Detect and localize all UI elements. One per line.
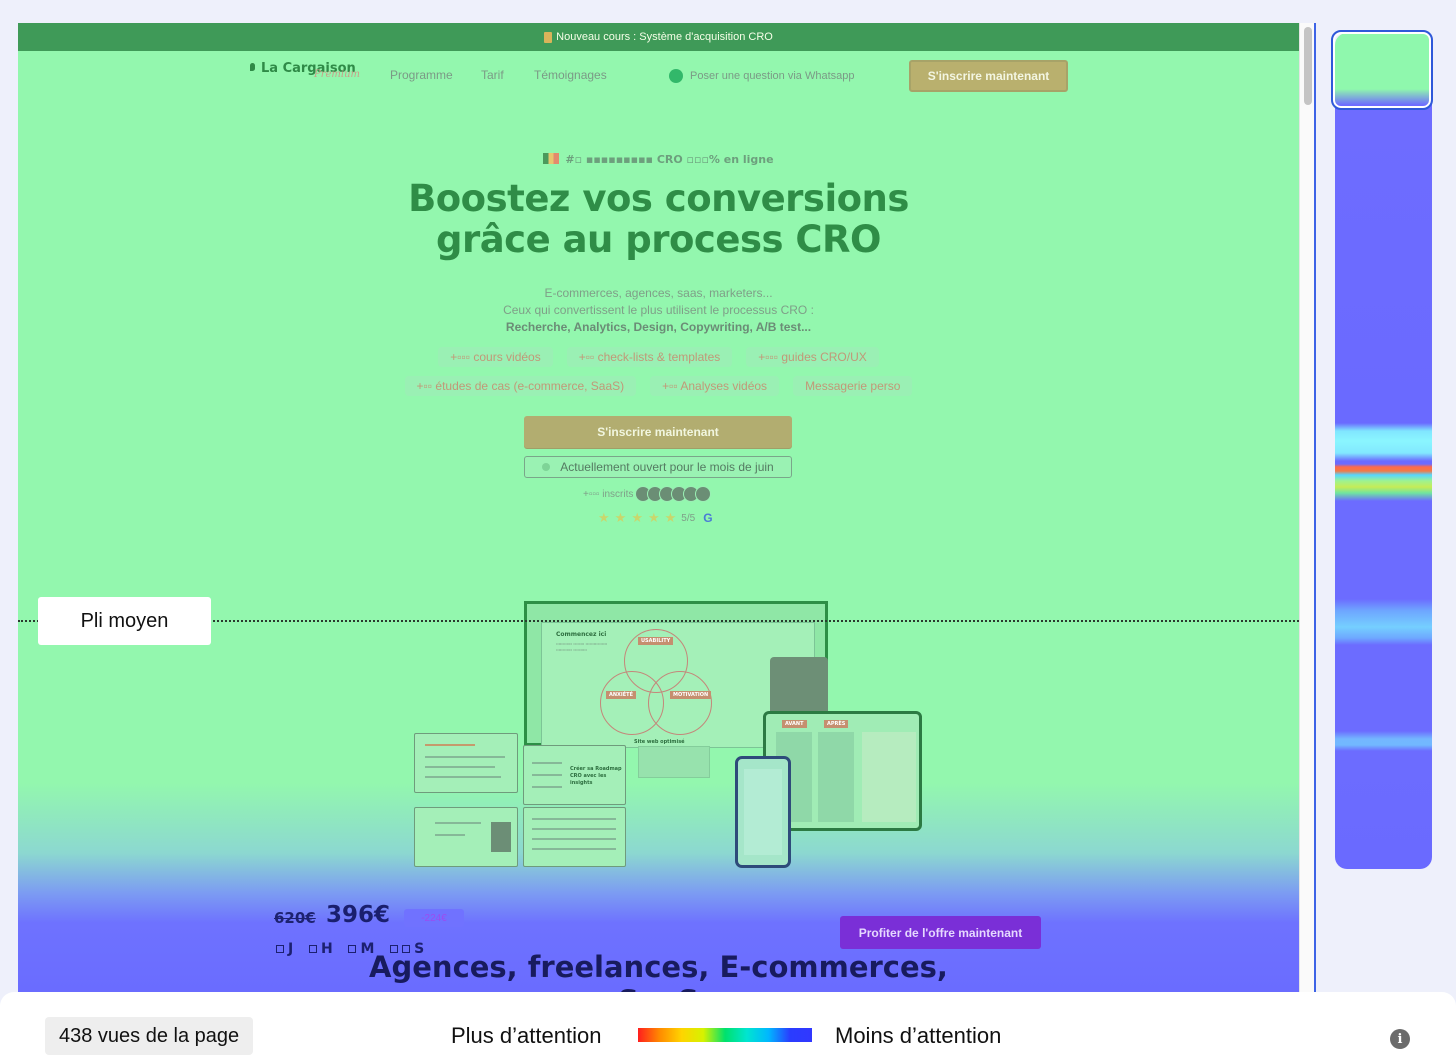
attention-gradient-legend (638, 1028, 812, 1042)
feature-chip: Messagerie perso (793, 376, 913, 396)
hero-title: Boostez vos conversions grâce au process… (18, 178, 1299, 260)
hero-signup-button[interactable]: S'inscrire maintenant (524, 416, 792, 448)
nav-link-temoignages[interactable]: Témoignages (534, 68, 607, 82)
feature-chip: +▫▫▫ guides CRO/UX (746, 347, 879, 367)
star-icon: ★ (614, 510, 627, 525)
discount-badge: -224€ (404, 909, 464, 927)
portrait-image (491, 822, 511, 852)
scrollbar-thumb[interactable] (1304, 27, 1312, 105)
banner-text: Nouveau cours : Système d'acquisition CR… (556, 31, 773, 43)
heatmap-viewport[interactable]: Nouveau cours : Système d'acquisition CR… (18, 23, 1299, 992)
feature-chip: +▫▫ études de cas (e-commerce, SaaS) (404, 376, 637, 396)
top-banner[interactable]: Nouveau cours : Système d'acquisition CR… (18, 23, 1299, 51)
hero-tag-text: #▫ ▪▪▪▪▪▪▪▪▪ CRO ▫▫▫% en ligne (565, 153, 774, 166)
hero-title-line-2: grâce au process CRO (435, 218, 882, 261)
nav-link-programme[interactable]: Programme (390, 68, 453, 82)
feature-chip: +▫▫ Analyses vidéos (650, 376, 780, 396)
offer-button[interactable]: Profiter de l'offre maintenant (840, 916, 1041, 949)
whatsapp-label: Poser une question via Whatsapp (690, 70, 855, 82)
page-views-badge: 438 vues de la page (45, 1017, 254, 1055)
mockup-card (414, 807, 518, 867)
hero-description: E-commerces, agences, saas, marketers...… (18, 285, 1299, 336)
heatmap-overlay (18, 23, 1299, 992)
venn-circle (648, 671, 712, 735)
heatmap-minimap[interactable] (1335, 33, 1432, 869)
hero-title-line-1: Boostez vos conversions (408, 177, 909, 220)
tablet-tab-after: APRÈS (824, 720, 849, 728)
book-icon (544, 31, 553, 43)
feature-chips-row-1: +▫▫▫ cours vidéos +▫▫ check-lists & temp… (18, 347, 1299, 367)
enrollment-status: Actuellement ouvert pour le mois de juin (524, 456, 792, 478)
rating-text: 5/5 (681, 512, 696, 524)
new-price: 396€ (326, 902, 391, 928)
heatmap-footer: 438 vues de la page Plus d’attention Moi… (0, 992, 1456, 1058)
venn-label: USABILITY (638, 637, 674, 645)
info-icon[interactable]: i (1390, 1029, 1410, 1049)
section-title-line-1: Agences, freelances, E-commerces, (369, 950, 948, 984)
mockup-text: ▫▫▫▫▫▫ ▫▫▫▫ ▫▫▫▫▫▫▫▫ ▫▫▫▫▫▫ ▫▫▫▫▫ (556, 641, 608, 652)
logo-subtitle: Premium (314, 69, 361, 80)
hero-desc-line-2: Ceux qui convertissent le plus utilisent… (503, 303, 814, 317)
enrollment-status-text: Actuellement ouvert pour le mois de juin (560, 460, 774, 474)
rating: ★ ★ ★ ★ ★ 5/5 G (598, 510, 713, 526)
feature-chip: +▫▫▫ cours vidéos (438, 347, 553, 367)
star-icon: ★ (647, 510, 660, 525)
venn-caption: Site web optimisé (634, 739, 685, 745)
hero-tag: #▫ ▪▪▪▪▪▪▪▪▪ CRO ▫▫▫% en ligne (18, 153, 1299, 166)
google-icon: G (703, 511, 713, 525)
section-title: Agences, freelances, E-commerces, SaaS (18, 950, 1299, 992)
navbar: La Cargaison Programme Tarif Témoignages… (18, 51, 1299, 99)
minimap-viewport-window[interactable] (1331, 30, 1433, 110)
flag-icon (543, 153, 560, 164)
legend-more-attention: Plus d’attention (451, 1023, 602, 1048)
signup-count: +▫▫▫ inscrits (583, 486, 712, 502)
roadmap-card-title: Créer sa Roadmap CRO avec les insights (570, 766, 622, 786)
mockup-heading: Commencez ici (556, 631, 607, 638)
hero-desc-line-3: Recherche, Analytics, Design, Copywritin… (505, 320, 812, 334)
status-dot-icon (542, 463, 551, 471)
fold-label: Pli moyen (38, 597, 211, 645)
signup-count-text: +▫▫▫ inscrits (583, 488, 634, 500)
phone-mockup (735, 756, 791, 868)
viewport-border (1314, 23, 1316, 992)
venn-label: ANXIÉTÉ (606, 691, 637, 699)
tablet-tab-before: AVANT (782, 720, 807, 728)
old-price: 620€ (274, 909, 316, 927)
star-icon: ★ (664, 510, 677, 525)
avatar-stack (635, 486, 712, 502)
whatsapp-icon (669, 69, 683, 83)
section-title-line-2: SaaS (18, 984, 1299, 992)
nav-signup-button[interactable]: S'inscrire maintenant (909, 60, 1068, 92)
nav-link-tarif[interactable]: Tarif (481, 68, 504, 82)
feature-chips-row-2: +▫▫ études de cas (e-commerce, SaaS) +▫▫… (18, 376, 1299, 396)
monitor-stand (638, 746, 710, 778)
mockup-card: Créer sa Roadmap CRO avec les insights (523, 745, 626, 805)
star-icon: ★ (631, 510, 643, 525)
star-icon: ★ (598, 510, 610, 525)
mockup-card (414, 733, 518, 793)
whatsapp-link[interactable]: Poser une question via Whatsapp (669, 69, 855, 83)
mockup-card (523, 807, 626, 867)
legend-less-attention: Moins d’attention (835, 1023, 1002, 1048)
feature-chip: +▫▫ check-lists & templates (566, 347, 733, 367)
venn-label: MOTIVATION (670, 691, 712, 699)
avatar (695, 486, 712, 502)
pin-icon (250, 63, 255, 71)
hero-desc-line-1: E-commerces, agences, saas, marketers... (544, 286, 773, 300)
